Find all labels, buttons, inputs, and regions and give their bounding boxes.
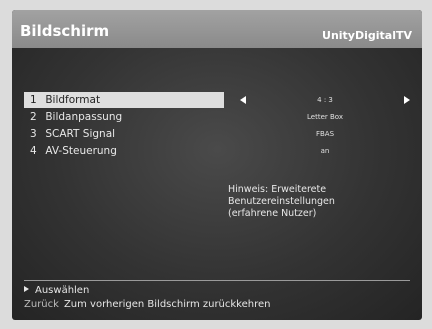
- footer-back-hint: Zurück Zum vorherigen Bildschirm zurückke…: [24, 299, 271, 311]
- header-bar: Bildschirm UnityDigitalTV: [12, 10, 422, 48]
- value-bildanpassung: Letter Box: [234, 109, 416, 125]
- arrow-left-icon[interactable]: [240, 96, 246, 104]
- menu-item-number: 1: [30, 94, 37, 106]
- menu-item-bildformat[interactable]: 1 Bildformat: [24, 92, 224, 108]
- value-scart-signal: FBAS: [234, 126, 416, 142]
- menu-item-label: Bildanpassung: [45, 111, 123, 123]
- settings-values: 4 : 3 Letter Box FBAS an: [234, 92, 416, 160]
- page-title: Bildschirm: [20, 22, 110, 40]
- settings-menu: 1 Bildformat 2 Bildanpassung 3 SCART Sig…: [24, 92, 224, 160]
- brand-logo: UnityDigitalTV: [322, 29, 412, 42]
- menu-item-av-steuerung[interactable]: 4 AV-Steuerung: [24, 143, 224, 159]
- back-description: Zum vorherigen Bildschirm zurückkehren: [63, 299, 271, 310]
- hint-text: Hinweis: Erweiterete Benutzereinstellung…: [228, 184, 335, 219]
- play-icon: [24, 286, 29, 292]
- footer-select-hint: Auswählen: [24, 285, 89, 297]
- arrow-right-icon[interactable]: [404, 96, 410, 104]
- tv-screen: Bildschirm UnityDigitalTV 1 Bildformat 2…: [12, 10, 422, 320]
- back-key-label: Zurück: [24, 299, 59, 310]
- menu-item-number: 2: [30, 111, 37, 123]
- menu-item-label: SCART Signal: [45, 128, 116, 140]
- select-label: Auswählen: [35, 285, 90, 296]
- screenshot-frame: Bildschirm UnityDigitalTV 1 Bildformat 2…: [0, 0, 432, 329]
- setting-value: FBAS: [315, 130, 335, 138]
- menu-item-number: 3: [30, 128, 37, 140]
- menu-item-label: AV-Steuerung: [45, 145, 117, 157]
- footer-divider: [24, 280, 410, 281]
- menu-item-label: Bildformat: [45, 94, 101, 106]
- value-av-steuerung: an: [234, 143, 416, 159]
- setting-value: an: [320, 147, 330, 155]
- menu-item-scart-signal[interactable]: 3 SCART Signal: [24, 126, 224, 142]
- menu-item-number: 4: [30, 145, 37, 157]
- menu-item-bildanpassung[interactable]: 2 Bildanpassung: [24, 109, 224, 125]
- value-selector-bildformat[interactable]: 4 : 3: [234, 92, 416, 108]
- setting-value: Letter Box: [307, 113, 343, 121]
- setting-value: 4 : 3: [317, 96, 333, 104]
